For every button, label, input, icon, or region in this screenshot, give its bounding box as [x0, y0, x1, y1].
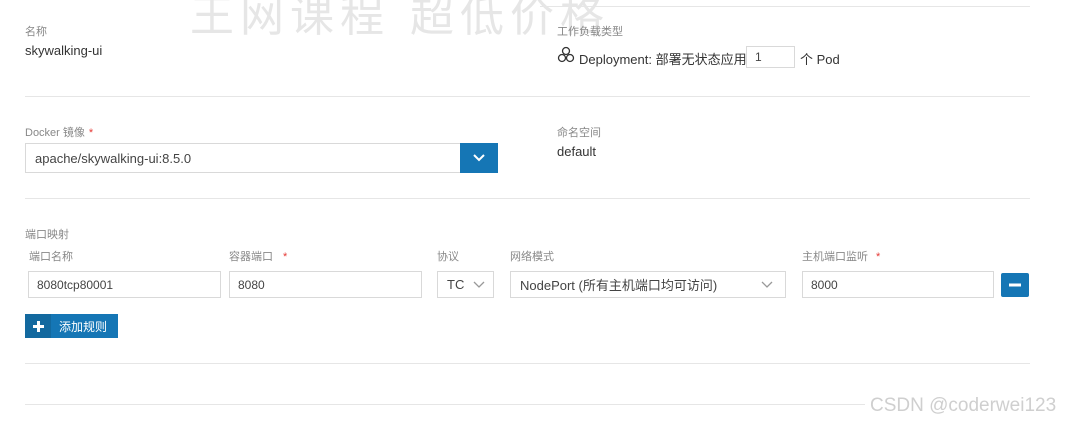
required-mark: *	[88, 127, 94, 139]
container-port-header: 容器端口 *	[229, 248, 287, 264]
protocol-header: 协议	[437, 251, 459, 263]
remove-port-button[interactable]	[1001, 273, 1029, 297]
port-name-header: 端口名称	[29, 251, 73, 263]
network-mode-select[interactable]: NodePort (所有主机端口均可访问)	[510, 271, 786, 298]
namespace-value: default	[557, 144, 597, 159]
port-name-input[interactable]: 8080tcp80001	[28, 271, 221, 298]
name-value: skywalking-ui	[25, 43, 103, 58]
docker-image-dropdown-button[interactable]	[460, 143, 498, 173]
host-port-input[interactable]: 8000	[802, 271, 994, 298]
protocol-select[interactable]: TCP	[437, 271, 494, 298]
docker-image-label: Docker 镜像 *	[25, 124, 93, 140]
chevron-down-icon	[761, 281, 773, 288]
docker-image-input[interactable]: apache/skywalking-ui:8.5.0	[25, 143, 461, 173]
container-port-header-text: 容器端口	[229, 251, 273, 263]
chevron-down-icon	[473, 154, 485, 162]
plus-icon	[25, 314, 51, 338]
section-divider	[25, 96, 1030, 97]
host-port-header-text: 主机端口监听	[802, 251, 868, 263]
section-divider	[25, 404, 865, 405]
chevron-down-icon	[473, 281, 485, 288]
protocol-value: TCP	[447, 277, 465, 292]
section-divider	[25, 198, 1030, 199]
add-rule-button[interactable]: 添加规则	[25, 314, 118, 338]
section-divider	[25, 363, 1030, 364]
docker-image-label-text: Docker 镜像	[25, 127, 85, 139]
csdn-watermark: CSDN @coderwei123	[870, 395, 1057, 416]
deployment-icon	[557, 46, 577, 66]
network-mode-header: 网络模式	[510, 251, 554, 263]
minus-icon	[1009, 283, 1021, 287]
network-mode-value: NodePort (所有主机端口均可访问)	[520, 278, 718, 293]
host-port-header: 主机端口监听 *	[802, 248, 880, 264]
container-port-input[interactable]: 8080	[229, 271, 422, 298]
name-label: 名称	[25, 26, 47, 38]
replicas-input[interactable]: 1	[746, 46, 795, 68]
required-mark: *	[876, 251, 881, 263]
workload-type-label: 工作负载类型	[557, 26, 623, 38]
required-mark: *	[283, 251, 288, 263]
namespace-label: 命名空间	[557, 127, 601, 139]
workload-type-text: Deployment: 部署无状态应用	[579, 52, 747, 67]
port-mapping-label: 端口映射	[25, 229, 69, 241]
replicas-unit: 个 Pod	[800, 52, 840, 67]
add-rule-label: 添加规则	[59, 319, 108, 334]
top-divider	[540, 6, 1030, 7]
